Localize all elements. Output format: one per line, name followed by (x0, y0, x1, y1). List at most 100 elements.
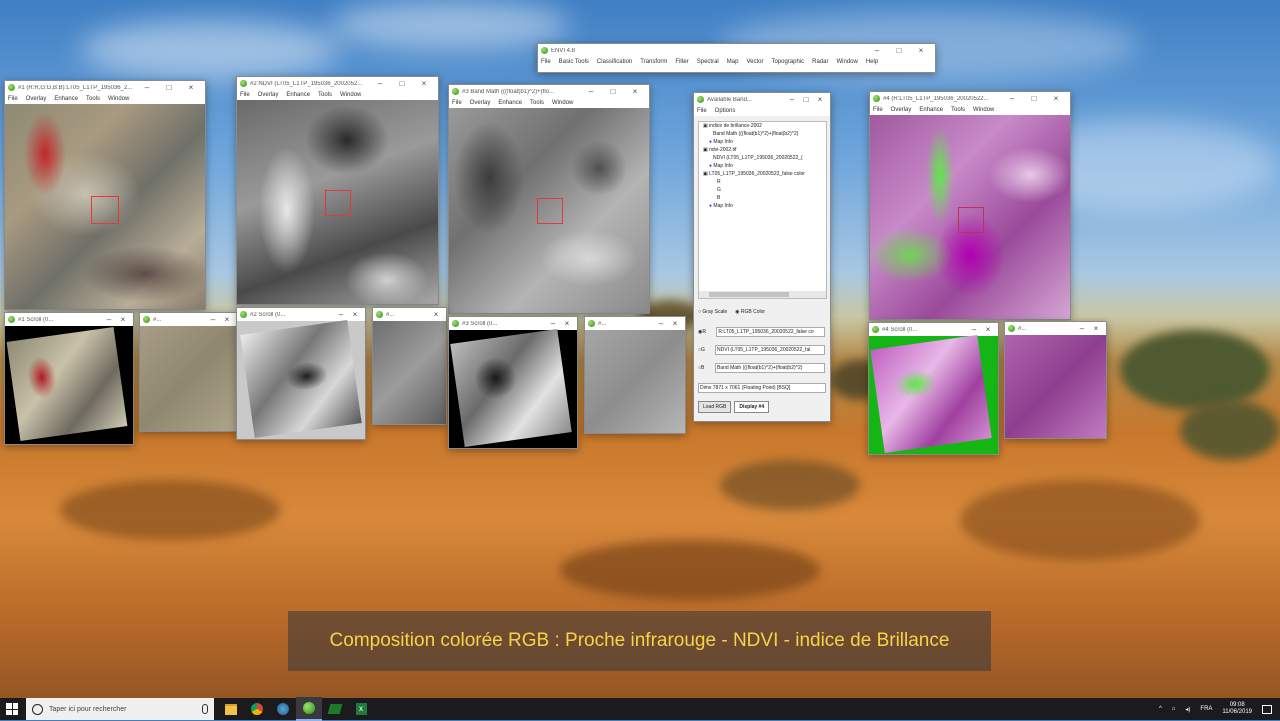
envi-title-bar[interactable]: ENVI 4.8 – □ × (538, 44, 935, 57)
image-window-4[interactable]: #4 (R:LT05_L1TP_195036_20020522... – □ × F… (869, 91, 1071, 320)
maximize-icon[interactable]: □ (158, 81, 180, 94)
minimize-icon[interactable]: – (785, 93, 799, 106)
load-rgb-button[interactable]: Load RGB (698, 401, 732, 413)
scroll-title-bar[interactable]: #1 Scroll (0... – × (5, 313, 133, 326)
close-icon[interactable]: × (1089, 322, 1103, 335)
network-icon[interactable]: ⌂ (1172, 706, 1176, 712)
image-window-3[interactable]: #3 Band Math (((float(b1)^2)+(flo... – □ ×… (448, 84, 650, 314)
minimize-icon[interactable]: – (136, 81, 158, 94)
notification-icon[interactable] (1262, 704, 1272, 714)
close-icon[interactable]: × (560, 317, 574, 330)
envi-main-window[interactable]: ENVI 4.8 – □ × File Basic Tools Classifi… (537, 43, 936, 73)
g-band-field[interactable]: NDVI (LT05_L1TP_195036_20020522_fal (715, 345, 825, 355)
zoom-image[interactable] (585, 330, 685, 433)
zoom-title-bar[interactable]: #... – × (1005, 322, 1106, 335)
search-input[interactable]: Taper ici pour rechercher (49, 706, 196, 713)
menu-file[interactable]: File (873, 107, 883, 113)
b-band-field[interactable]: Band Math (((float(b1)^2)+(float(b2)^2) (715, 363, 825, 373)
scroll-window-1[interactable]: #1 Scroll (0... – × (4, 312, 134, 445)
image-window-4-title-bar[interactable]: #4 (R:LT05_L1TP_195036_20020522... – □ × (870, 92, 1070, 105)
tree-item-band[interactable]: B (699, 194, 826, 202)
menu-window[interactable]: Window (340, 92, 361, 98)
tree-item-band[interactable]: NDVI (LT05_L1TP_195036_20020522_( (699, 154, 826, 162)
minimize-icon[interactable]: – (546, 317, 560, 330)
ndvi-image[interactable] (237, 100, 438, 304)
zoom-window-3[interactable]: #... – × (584, 316, 686, 434)
r-band-field[interactable]: R:LT05_L1TP_195036_20020522_false co (716, 327, 825, 337)
r-row[interactable]: ◉ R R:LT05_L1TP_195036_20020522_false co (698, 323, 825, 341)
tree-item-mapinfo[interactable]: ● Map Info (699, 138, 826, 146)
gray-scale-radio[interactable]: ○ Gray Scale (698, 309, 727, 315)
zoom-image[interactable] (140, 326, 237, 431)
close-icon[interactable]: × (220, 313, 234, 326)
image-window-2-title-bar[interactable]: #2 NDVI (LT05_L1TP_195036_2002052... – □ × (237, 77, 438, 90)
maximize-icon[interactable]: □ (888, 44, 910, 57)
menu-enhance[interactable]: Enhance (498, 100, 522, 106)
available-bands-window[interactable]: Available Band... – □ × File Options ▣ ind… (693, 92, 831, 422)
menu-transform[interactable]: Transform (640, 59, 667, 65)
menu-file[interactable]: File (8, 96, 18, 102)
minimize-icon[interactable]: – (206, 313, 220, 326)
minimize-icon[interactable]: – (866, 44, 888, 57)
zoom-window-1[interactable]: #... – × (139, 312, 238, 432)
image-window-1-title-bar[interactable]: #1 (R:R,G:G,B:B):LT05_L1TP_195036_2... –… (5, 81, 205, 94)
menu-vector[interactable]: Vector (746, 59, 763, 65)
close-icon[interactable]: × (981, 323, 995, 336)
menu-enhance[interactable]: Enhance (286, 92, 310, 98)
scroll-overview-image[interactable] (449, 328, 577, 448)
scroll-title-bar[interactable]: #2 Scroll (0... – × (237, 308, 365, 321)
menu-options[interactable]: Options (715, 108, 736, 114)
scrollbar-thumb[interactable] (709, 292, 789, 297)
rgb-composite-image[interactable] (870, 115, 1070, 319)
tree-item-mapinfo[interactable]: ● Map Info (699, 202, 826, 210)
zoom-image[interactable] (1005, 335, 1106, 438)
minimize-icon[interactable]: – (369, 77, 391, 90)
close-icon[interactable]: × (413, 77, 435, 90)
close-icon[interactable]: × (429, 308, 443, 321)
idl-taskbar-icon[interactable] (296, 697, 322, 721)
menu-tools[interactable]: Tools (951, 107, 965, 113)
close-icon[interactable]: × (180, 81, 202, 94)
close-icon[interactable]: × (1045, 92, 1067, 105)
zoom-title-bar[interactable]: #... – × (585, 317, 685, 330)
zoom-box[interactable] (325, 190, 351, 216)
menu-enhance[interactable]: Enhance (54, 96, 78, 102)
maximize-icon[interactable]: □ (799, 93, 813, 106)
menu-window[interactable]: Window (108, 96, 129, 102)
scroll-title-bar[interactable]: #3 Scroll (0... – × (449, 317, 577, 330)
close-icon[interactable]: × (668, 317, 682, 330)
menu-enhance[interactable]: Enhance (919, 107, 943, 113)
maximize-icon[interactable]: □ (602, 85, 624, 98)
menu-file[interactable]: File (240, 92, 250, 98)
menu-classification[interactable]: Classification (597, 59, 632, 65)
image-window-3-title-bar[interactable]: #3 Band Math (((float(b1)^2)+(flo... – □ × (449, 85, 649, 98)
file-explorer-icon[interactable] (218, 698, 244, 720)
tree-item-band[interactable]: R (699, 178, 826, 186)
menu-window[interactable]: Window (552, 100, 573, 106)
menu-file[interactable]: File (697, 108, 707, 114)
close-icon[interactable]: × (348, 308, 362, 321)
minimize-icon[interactable]: – (1075, 322, 1089, 335)
menu-file[interactable]: File (452, 100, 462, 106)
green-app-icon[interactable] (322, 698, 348, 720)
g-row[interactable]: ○ G NDVI (LT05_L1TP_195036_20020522_fal (698, 341, 825, 359)
zoom-box[interactable] (958, 207, 984, 233)
menu-window[interactable]: Window (837, 59, 858, 65)
close-icon[interactable]: × (910, 44, 932, 57)
satellite-image[interactable] (5, 104, 205, 309)
image-window-1[interactable]: #1 (R:R,G:G,B:B):LT05_L1TP_195036_2... –… (4, 80, 206, 310)
tree-item-band[interactable]: G (699, 186, 826, 194)
zoom-title-bar[interactable]: #... × (373, 308, 446, 321)
menu-tools[interactable]: Tools (318, 92, 332, 98)
minimize-icon[interactable]: – (580, 85, 602, 98)
windows-start-icon[interactable] (6, 703, 18, 715)
b-row[interactable]: ○ B Band Math (((float(b1)^2)+(float(b2)… (698, 359, 825, 377)
zoom-box[interactable] (91, 196, 119, 224)
horizontal-scrollbar[interactable] (699, 291, 826, 298)
menu-topographic[interactable]: Topographic (771, 59, 804, 65)
minimize-icon[interactable]: – (1001, 92, 1023, 105)
menu-window[interactable]: Window (973, 107, 994, 113)
menu-overlay[interactable]: Overlay (470, 100, 491, 106)
image-window-2[interactable]: #2 NDVI (LT05_L1TP_195036_2002052... – □ ×… (236, 76, 439, 305)
scroll-window-3[interactable]: #3 Scroll (0... – × (448, 316, 578, 449)
